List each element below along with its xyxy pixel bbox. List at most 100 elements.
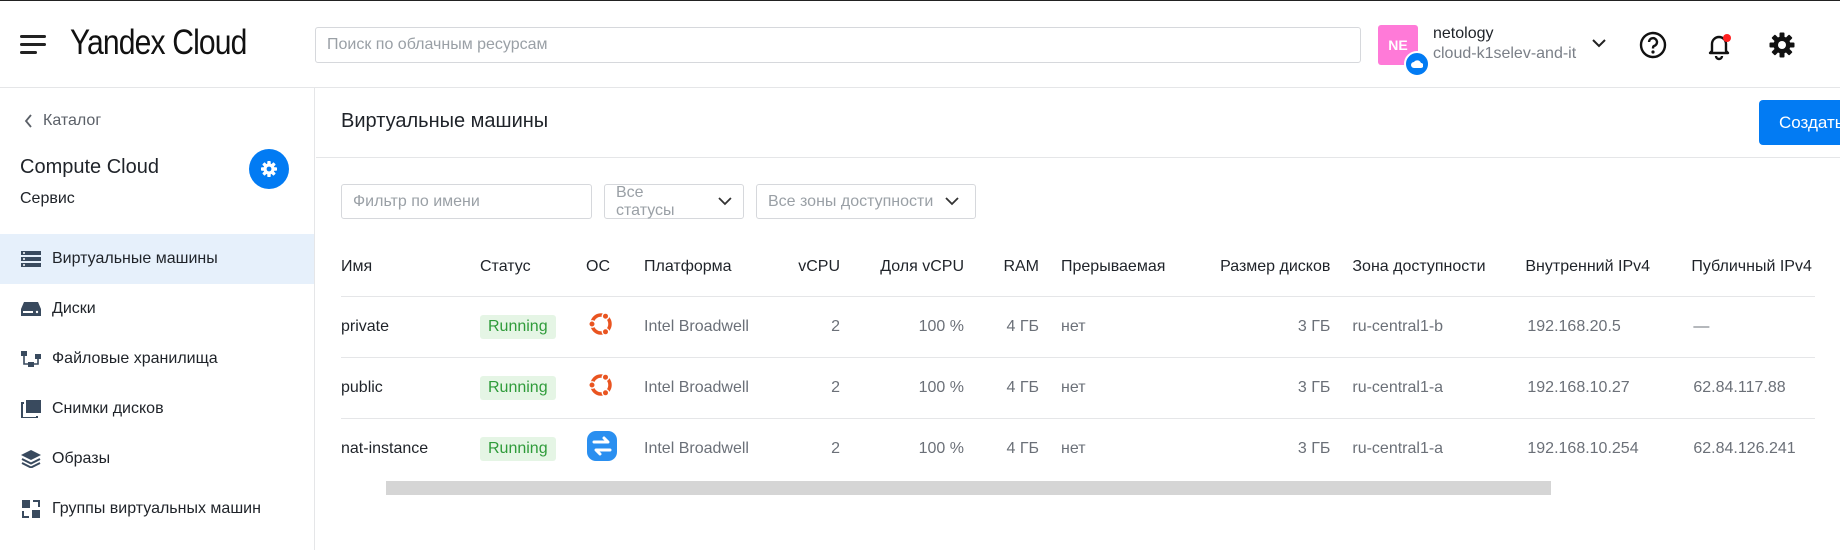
table-row[interactable]: public Running Intel Broadwell 2 100 % 4… [341,356,1816,418]
logo[interactable]: Yandex Cloud [70,23,247,63]
col-vcpu-share[interactable]: Доля vCPU [840,238,964,296]
disk-size-cell: 3 ГБ [1165,295,1331,357]
table-header: Имя Статус ОС Платформа vCPU Доля vCPU R… [341,238,1815,296]
col-os[interactable]: ОС [586,238,644,296]
vm-name[interactable]: private [341,295,480,357]
col-platform[interactable]: Платформа [644,238,790,296]
sidebar-item-label: Диски [52,300,96,317]
internal-ip-cell: 192.168.20.5 [1509,295,1676,357]
service-settings-icon[interactable] [249,149,289,189]
sidebar-item-label: Группы виртуальных машин [52,500,261,517]
top-bar: Yandex Cloud NE netology cloud-k1selev-a… [0,0,1840,88]
col-ram[interactable]: RAM [964,238,1039,296]
vm-name[interactable]: nat-instance [341,417,480,479]
status-cell: Running [480,356,586,418]
sidebar-item-filestores[interactable]: Файловые хранилища [0,334,314,384]
internal-ip-cell: 192.168.10.254 [1509,417,1676,479]
zone-cell: ru-central1-a [1330,356,1510,418]
zone-select[interactable]: Все зоны доступности [756,184,976,219]
sidebar-item-vms[interactable]: Виртуальные машины [0,234,314,284]
service-title: Compute Cloud [20,156,159,178]
col-zone[interactable]: Зона доступности [1330,238,1509,296]
gear-icon[interactable] [1766,29,1798,61]
name-filter-input[interactable] [353,192,580,211]
vcpu-share-cell: 100 % [840,356,964,418]
chevron-down-icon [718,197,732,206]
sidebar-item-instance-groups[interactable]: Группы виртуальных машин [0,484,314,534]
col-public-ip[interactable]: Публичный IPv4 [1675,238,1815,296]
sidebar-item-snapshots[interactable]: Снимки дисков [0,384,314,434]
sidebar: Каталог Compute Cloud Сервис Виртуальные… [0,88,315,550]
table-row[interactable]: nat-instance Running Intel Broadwell 2 1… [341,417,1816,479]
status-badge: Running [480,436,556,461]
service-subtitle: Сервис [20,190,75,207]
account-name[interactable]: netology [1433,25,1494,43]
back-to-catalog[interactable]: Каталог [24,112,101,130]
vcpu-share-cell: 100 % [840,295,964,357]
ram-cell: 4 ГБ [964,295,1039,357]
chevron-down-icon[interactable] [1591,37,1607,49]
vm-table: Имя Статус ОС Платформа vCPU Доля vCPU R… [341,238,1816,479]
public-ip-cell: 62.84.117.88 [1675,356,1816,418]
zone-select-value: Все зоны доступности [768,192,934,210]
search-input[interactable] [315,27,1361,63]
sidebar-item-images[interactable]: Образы [0,434,314,484]
cloud-name[interactable]: cloud-k1selev-and-it [1433,45,1576,63]
status-cell: Running [480,295,586,357]
col-disk-size[interactable]: Размер дисков [1165,238,1330,296]
instance-group-icon [20,499,42,519]
ram-cell: 4 ГБ [964,417,1039,479]
vm-name[interactable]: public [341,356,480,418]
os-cell [586,417,644,479]
sidebar-item-disks[interactable]: Диски [0,284,314,334]
bell-icon[interactable] [1703,29,1735,61]
filestore-icon [20,349,42,369]
images-icon [20,449,42,469]
ubuntu-icon [588,373,612,397]
page-header: Виртуальные машины Создать [316,88,1840,158]
preemptible-cell: нет [1039,356,1166,418]
horizontal-scrollbar[interactable] [386,481,1551,495]
public-ip-cell: 62.84.126.241 [1675,417,1816,479]
col-status[interactable]: Статус [480,238,586,296]
vcpu-cell: 2 [790,417,840,479]
ubuntu-icon [588,312,612,336]
status-select-value: Все статусы [616,183,675,219]
col-vcpu[interactable]: vCPU [790,238,840,296]
create-button[interactable]: Создать [1759,100,1840,145]
menu-icon[interactable] [20,35,46,55]
status-cell: Running [480,417,586,479]
preemptible-cell: нет [1039,417,1166,479]
ram-cell: 4 ГБ [964,356,1039,418]
cloud-icon [1404,51,1430,77]
sidebar-item-label: Образы [52,450,111,467]
platform-cell: Intel Broadwell [644,295,790,357]
status-select[interactable]: Все статусы [604,184,744,219]
nat-instance-icon [587,431,617,462]
vm-icon [20,249,42,269]
status-badge: Running [480,375,556,400]
vcpu-share-cell: 100 % [840,417,964,479]
sidebar-item-label: Файловые хранилища [52,350,218,367]
back-label: Каталог [43,112,102,129]
col-preemptible[interactable]: Прерываемая [1039,238,1165,296]
platform-cell: Intel Broadwell [644,356,790,418]
main-content: Виртуальные машины Создать Все статусы В… [316,88,1840,550]
table-row[interactable]: private Running Intel Broadwell 2 100 % … [341,295,1816,357]
sidebar-item-label: Виртуальные машины [52,250,218,267]
snapshot-icon [20,399,42,419]
page-title: Виртуальные машины [341,110,549,132]
vcpu-cell: 2 [790,356,840,418]
help-icon[interactable] [1637,29,1669,61]
sidebar-item-label: Снимки дисков [52,400,164,417]
name-filter[interactable] [341,184,592,219]
platform-cell: Intel Broadwell [644,417,790,479]
col-name[interactable]: Имя [341,238,480,296]
public-ip-cell: — [1675,295,1816,357]
col-internal-ip[interactable]: Внутренний IPv4 [1509,238,1675,296]
zone-cell: ru-central1-b [1330,295,1510,357]
os-cell [586,295,644,357]
os-cell [586,356,644,418]
sidebar-nav: Виртуальные машины Диски Файловые хранил… [0,234,314,534]
chevron-left-icon [24,114,32,128]
